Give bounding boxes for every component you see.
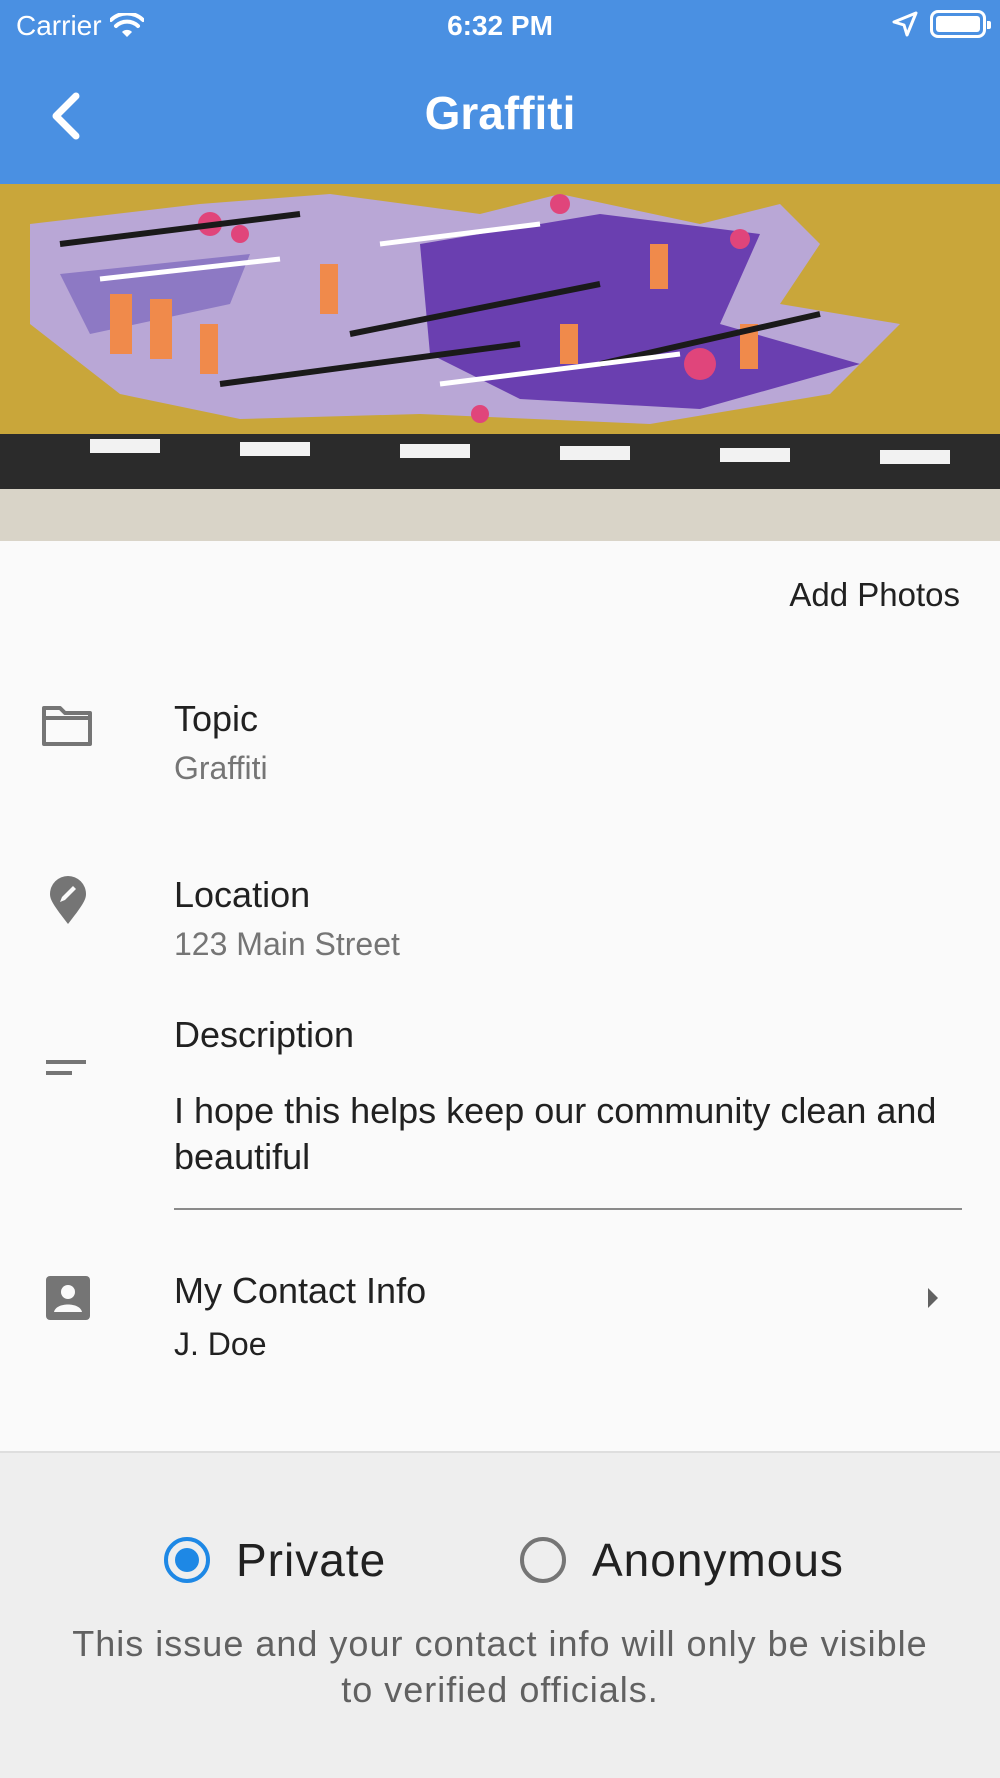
status-right: [892, 10, 991, 38]
description-label: Description: [174, 1014, 355, 1055]
location-arrow-icon: [892, 11, 918, 37]
private-radio[interactable]: [164, 1537, 210, 1583]
location-value: 123 Main Street: [174, 926, 400, 962]
contact-row[interactable]: My Contact Info J. Doe: [0, 1266, 1000, 1376]
location-label: Location: [174, 874, 311, 915]
folder-icon: [42, 706, 92, 746]
battery-icon: [930, 10, 991, 38]
status-bar: Carrier 6:32 PM: [0, 0, 1000, 50]
notes-icon: [46, 1060, 86, 1075]
privacy-note: This issue and your contact info will on…: [72, 1623, 928, 1710]
topic-row[interactable]: Topic Graffiti: [0, 690, 1000, 800]
topic-value: Graffiti: [174, 750, 268, 786]
topic-label: Topic: [174, 698, 259, 739]
contact-card-icon: [46, 1276, 90, 1320]
app-bar: Carrier 6:32 PM Graffiti: [0, 0, 1000, 184]
location-row[interactable]: Location 123 Main Street: [0, 866, 1000, 976]
anonymous-option[interactable]: Anonymous: [520, 1533, 844, 1587]
location-pin-icon: [50, 876, 86, 924]
private-label: Private: [236, 1534, 387, 1586]
private-option[interactable]: Private: [164, 1533, 386, 1587]
chevron-right-icon[interactable]: [924, 1286, 942, 1310]
description-underline: [174, 1208, 962, 1210]
add-photos-button[interactable]: Add Photos: [789, 576, 960, 614]
page-title: Graffiti: [424, 87, 576, 139]
contact-value: J. Doe: [174, 1326, 267, 1362]
description-input[interactable]: I hope this helps keep our community cle…: [174, 1088, 964, 1180]
contact-label: My Contact Info: [174, 1270, 427, 1311]
anonymous-radio[interactable]: [520, 1537, 566, 1583]
anonymous-label: Anonymous: [592, 1534, 844, 1586]
description-row: Description: [0, 1014, 1000, 1075]
privacy-panel: Private Anonymous This issue and your co…: [0, 1451, 1000, 1778]
status-time: 6:32 PM: [447, 10, 553, 41]
issue-photo: [0, 184, 1000, 541]
